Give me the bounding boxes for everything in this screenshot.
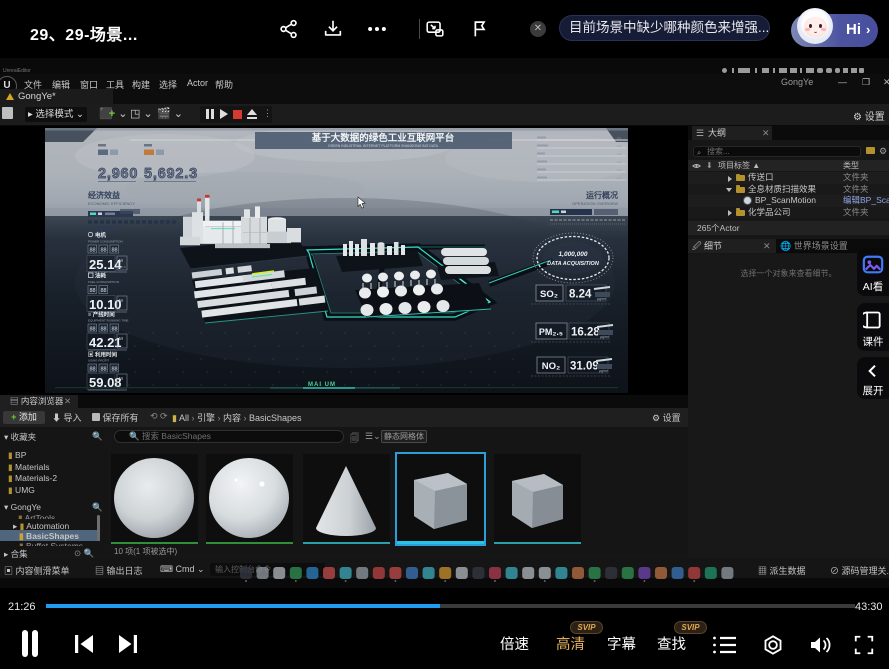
svg-text:≡ 产线时间: ≡ 产线时间 — [88, 311, 115, 319]
svg-text:88: 88 — [101, 367, 107, 373]
svg-text:ECONOMIC EFFICIENCY: ECONOMIC EFFICIENCY — [88, 201, 135, 206]
svg-text:8.8: 8.8 — [617, 144, 622, 148]
svg-text:88: 88 — [90, 248, 96, 254]
svg-text:油耗: 油耗 — [95, 272, 107, 280]
svg-text:基于大数据的绿色工业互联网平台: 基于大数据的绿色工业互联网平台 — [311, 132, 455, 144]
svg-text:SO₂: SO₂ — [540, 289, 558, 300]
svg-text:31.09: 31.09 — [570, 361, 599, 373]
svg-text:POWER CONSUMPTION: POWER CONSUMPTION — [88, 240, 123, 244]
svg-text:电机: 电机 — [95, 231, 107, 239]
svg-text:µg/m³: µg/m³ — [600, 335, 610, 339]
svg-text:USING PROFIT: USING PROFIT — [88, 359, 110, 363]
svg-text:%: % — [119, 383, 122, 387]
svg-text:8.8: 8.8 — [617, 176, 622, 180]
svg-text:M: M — [119, 376, 123, 381]
svg-text:88: 88 — [112, 248, 118, 254]
svg-text:88: 88 — [90, 367, 96, 373]
svg-text:FUEL CONSUMPTION: FUEL CONSUMPTION — [88, 280, 119, 284]
svg-text:88: 88 — [112, 327, 118, 333]
svg-text:8.8: 8.8 — [617, 152, 622, 156]
svg-text:42.21: 42.21 — [89, 335, 122, 350]
svg-text:10.10: 10.10 — [89, 297, 122, 312]
svg-text:▣ 利用时间: ▣ 利用时间 — [88, 351, 118, 359]
svg-text:88: 88 — [90, 288, 96, 294]
svg-text:8.8: 8.8 — [617, 160, 622, 164]
svg-text:5,692.3: 5,692.3 — [144, 166, 198, 182]
svg-text:2,960: 2,960 — [98, 166, 138, 182]
svg-text:88: 88 — [101, 288, 107, 294]
svg-text:88: 88 — [101, 327, 107, 333]
svg-text:8.24: 8.24 — [569, 289, 592, 301]
svg-text:EQUIPMENT RUNNING TIME: EQUIPMENT RUNNING TIME — [88, 319, 129, 323]
svg-text:µg/m³: µg/m³ — [599, 369, 609, 373]
svg-text:88: 88 — [112, 367, 118, 373]
svg-text:M: M — [119, 258, 123, 263]
svg-text:88: 88 — [90, 327, 96, 333]
svg-text:OPERATION OVERVIEW: OPERATION OVERVIEW — [572, 201, 618, 206]
svg-text:经济效益: 经济效益 — [88, 190, 120, 200]
svg-text:M: M — [119, 336, 123, 341]
svg-text:µg/m³: µg/m³ — [597, 297, 607, 301]
svg-text:8.8: 8.8 — [617, 168, 622, 172]
svg-text:PM₂.₅: PM₂.₅ — [539, 327, 563, 337]
svg-text:NO₂: NO₂ — [542, 361, 560, 372]
svg-text:GREEN INDUSTRIAL INTERNET PLAT: GREEN INDUSTRIAL INTERNET PLATFORM SHAND… — [328, 144, 439, 148]
svg-text:16.28: 16.28 — [571, 327, 600, 339]
svg-text:88: 88 — [101, 248, 107, 254]
svg-text:DATA ACQUISITION: DATA ACQUISITION — [547, 261, 600, 267]
svg-text:kW·h: kW·h — [119, 265, 126, 269]
svg-text:8.8: 8.8 — [617, 136, 622, 140]
svg-text:M: M — [119, 298, 123, 303]
svg-text:运行概况: 运行概况 — [586, 190, 618, 200]
svg-text:1,000,000: 1,000,000 — [559, 251, 588, 258]
